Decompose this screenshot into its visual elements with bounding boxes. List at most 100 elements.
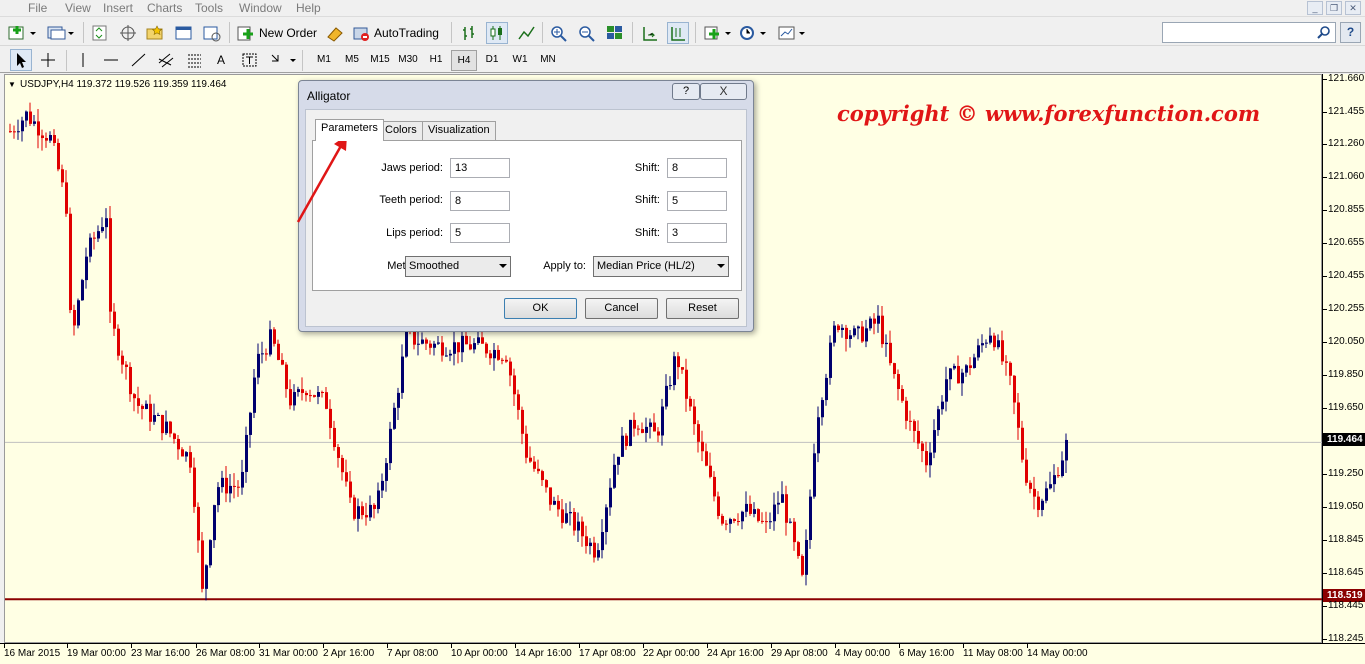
menu-charts[interactable]: Charts <box>147 1 182 15</box>
candle-body <box>89 237 92 257</box>
text-label-button[interactable] <box>240 49 260 71</box>
new-chart-button[interactable] <box>8 22 38 44</box>
chart-shift-button[interactable] <box>640 22 660 44</box>
text-button[interactable]: A <box>213 49 225 71</box>
menu-view[interactable]: View <box>65 1 91 15</box>
candle-body <box>57 142 60 170</box>
question-icon: ? <box>682 85 690 97</box>
timeframe-w1[interactable]: W1 <box>507 50 533 71</box>
tab-parameters[interactable]: Parameters <box>315 119 384 141</box>
tile-windows-button[interactable] <box>605 22 625 44</box>
cancel-button[interactable]: Cancel <box>585 298 658 319</box>
fibonacci-button[interactable] <box>185 49 205 71</box>
timeframe-m1[interactable]: M1 <box>311 50 337 71</box>
trendline-icon <box>131 53 146 67</box>
menu-window[interactable]: Window <box>239 1 282 15</box>
teeth-shift-label: Shift: <box>634 194 660 206</box>
tab-colors[interactable]: Colors <box>379 121 423 140</box>
timeframe-d1[interactable]: D1 <box>479 50 505 71</box>
price-label: 121.060 <box>1328 171 1365 182</box>
timeframe-h1[interactable]: H1 <box>423 50 449 71</box>
menu-insert[interactable]: Insert <box>103 1 133 15</box>
candle-body <box>649 422 652 427</box>
bar-chart-button[interactable] <box>460 22 480 44</box>
jaws-period-input[interactable]: 13 <box>450 158 510 178</box>
candle-body <box>537 468 540 472</box>
autoscroll-button[interactable] <box>667 22 689 44</box>
dialog-help-button[interactable]: ? <box>672 83 700 100</box>
help-button[interactable]: ? <box>1340 22 1361 43</box>
zoom-in-button[interactable] <box>549 22 569 44</box>
arrows-button[interactable] <box>268 49 298 71</box>
candle-body <box>833 325 836 343</box>
horizontal-line-button[interactable] <box>101 49 121 71</box>
equidistant-channel-button[interactable] <box>157 49 177 71</box>
timeframe-mn[interactable]: MN <box>535 50 561 71</box>
candle-body <box>393 407 396 429</box>
restore-icon[interactable]: ❐ <box>1326 1 1342 15</box>
method-select[interactable]: Smoothed <box>405 256 511 277</box>
menu-help[interactable]: Help <box>296 1 321 15</box>
profiles-button[interactable] <box>46 22 76 44</box>
candle-body <box>25 111 28 121</box>
autotrading-label: AutoTrading <box>374 26 439 40</box>
teeth-shift-input[interactable]: 5 <box>667 191 727 211</box>
timeframe-m5[interactable]: M5 <box>339 50 365 71</box>
autotrading-button[interactable]: AutoTrading <box>351 22 439 44</box>
new-order-button[interactable]: New Order <box>236 22 317 44</box>
candle-body <box>565 513 568 523</box>
line-chart-button[interactable] <box>516 22 536 44</box>
market-watch-button[interactable] <box>90 22 110 44</box>
zoom-out-button[interactable] <box>577 22 597 44</box>
candle-body <box>829 342 832 378</box>
timeframe-m30[interactable]: M30 <box>395 50 421 71</box>
search-input[interactable] <box>1162 22 1336 43</box>
candle-body <box>1053 475 1056 485</box>
candle-body <box>349 481 352 498</box>
strategy-tester-button[interactable] <box>202 22 222 44</box>
vertical-line-button[interactable] <box>74 49 94 71</box>
reset-button[interactable]: Reset <box>666 298 739 319</box>
candle-body <box>273 329 276 344</box>
indicators-button[interactable] <box>703 22 733 44</box>
close-icon[interactable]: ✕ <box>1345 1 1361 15</box>
periods-button[interactable] <box>738 22 768 44</box>
templates-button[interactable] <box>777 22 807 44</box>
candlestick-icon <box>490 26 502 40</box>
toolbar-separator <box>66 50 67 71</box>
candle-body <box>389 428 392 464</box>
menu-tools[interactable]: Tools <box>195 1 223 15</box>
price-label: 121.660 <box>1328 73 1365 84</box>
timeframe-m15[interactable]: M15 <box>367 50 393 71</box>
crosshair-button[interactable] <box>38 49 58 71</box>
candle-body <box>1049 484 1052 489</box>
ok-button[interactable]: OK <box>504 298 577 319</box>
toolbar-separator <box>695 22 696 43</box>
candle-body <box>489 353 492 359</box>
lips-shift-input[interactable]: 3 <box>667 223 727 243</box>
menu-file[interactable]: File <box>28 1 47 15</box>
candle-body <box>317 392 320 397</box>
jaws-shift-input[interactable]: 8 <box>667 158 727 178</box>
metaeditor-button[interactable] <box>325 22 345 44</box>
apply-to-select[interactable]: Median Price (HL/2) <box>593 256 729 277</box>
timeframe-h4[interactable]: H4 <box>451 50 477 71</box>
candle-body <box>185 452 188 457</box>
cursor-button[interactable] <box>10 49 32 71</box>
candle-body <box>81 280 84 301</box>
lips-period-input[interactable]: 5 <box>450 223 510 243</box>
navigator-button[interactable] <box>118 22 138 44</box>
candle-body <box>333 427 336 448</box>
minimize-icon[interactable]: _ <box>1307 1 1323 15</box>
candle-body <box>705 451 708 466</box>
teeth-period-input[interactable]: 8 <box>450 191 510 211</box>
dialog-close-button[interactable]: X <box>700 83 747 100</box>
favorites-button[interactable] <box>145 22 165 44</box>
price-tick <box>1323 276 1327 277</box>
terminal-button[interactable] <box>174 22 194 44</box>
trendline-button[interactable] <box>129 49 149 71</box>
tab-visualization[interactable]: Visualization <box>422 121 496 140</box>
time-label: 17 Apr 08:00 <box>579 648 636 659</box>
symbol-dropdown-icon[interactable]: ▼ <box>8 80 16 89</box>
candlestick-button[interactable] <box>486 22 508 44</box>
